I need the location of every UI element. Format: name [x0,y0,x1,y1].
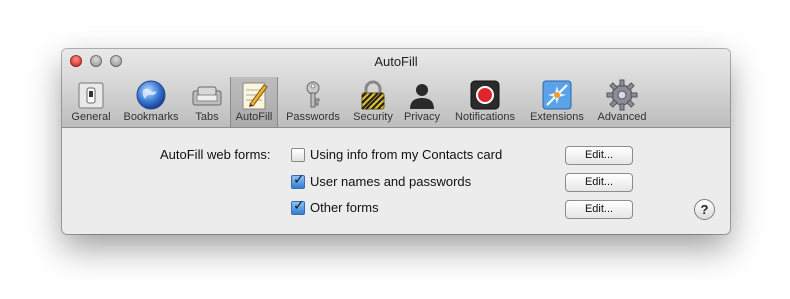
notifications-icon [470,80,500,110]
user-names-passwords-checkbox[interactable]: ✓ [291,172,305,189]
tabs-icon [192,86,222,106]
toolbar-item-label: Passwords [286,111,340,123]
help-button[interactable]: ? [694,199,715,220]
globe-icon [136,80,166,110]
toolbar-item-label: Notifications [455,111,515,123]
edit-contacts-button[interactable]: Edit... [565,146,633,165]
contacts-card-label: Using info from my Contacts card [310,147,503,162]
toolbar: AutoFill General Bookmarks Tabs AutoFill… [62,49,730,128]
silhouette-icon [410,84,434,109]
toolbar-item-label: Tabs [195,111,219,123]
edit-passwords-button[interactable]: Edit... [565,173,633,192]
gear-icon [606,79,638,111]
toolbar-item-advanced[interactable]: Advanced [592,77,652,127]
other-forms-label: Other forms [310,200,379,215]
toolbar-item-label: Extensions [530,111,584,123]
edit-other-forms-button[interactable]: Edit... [565,200,633,219]
toolbar-item-passwords[interactable]: Passwords [282,77,344,127]
toolbar-item-autofill[interactable]: AutoFill [230,77,278,127]
toolbar-item-label: Advanced [597,111,647,123]
toolbar-item-tabs[interactable]: Tabs [186,77,228,127]
toolbar-item-label: Bookmarks [123,111,179,123]
padlock-icon [361,80,385,110]
toolbar-item-label: Privacy [403,111,441,123]
toolbar-item-extensions[interactable]: Extensions [524,77,590,127]
other-forms-checkbox[interactable]: ✓ [291,198,305,215]
extensions-icon [542,80,572,110]
toolbar-item-label: General [71,111,111,123]
key-icon [306,81,320,108]
preferences-window: AutoFill General Bookmarks Tabs AutoFill… [62,49,730,234]
toolbar-item-label: AutoFill [235,111,273,123]
user-names-passwords-label: User names and passwords [310,174,472,189]
toolbar-item-privacy[interactable]: Privacy [401,77,443,127]
checkmark-icon: ✓ [293,198,305,214]
toolbar-item-general[interactable]: General [66,77,116,127]
toolbar-item-security[interactable]: Security [347,77,399,127]
toolbar-item-notifications[interactable]: Notifications [448,77,522,127]
checkmark-icon: ✓ [293,172,305,188]
window-title: AutoFill [374,54,418,69]
pencil-form-icon [242,82,268,110]
autofill-pane: AutoFill web forms: Using info from my C… [62,128,730,234]
contacts-card-checkbox[interactable] [291,148,305,162]
toolbar-item-label: Security [353,111,393,123]
autofill-web-forms-label: AutoFill web forms: [160,147,271,162]
switch-icon [78,82,104,109]
toolbar-item-bookmarks[interactable]: Bookmarks [118,77,184,127]
